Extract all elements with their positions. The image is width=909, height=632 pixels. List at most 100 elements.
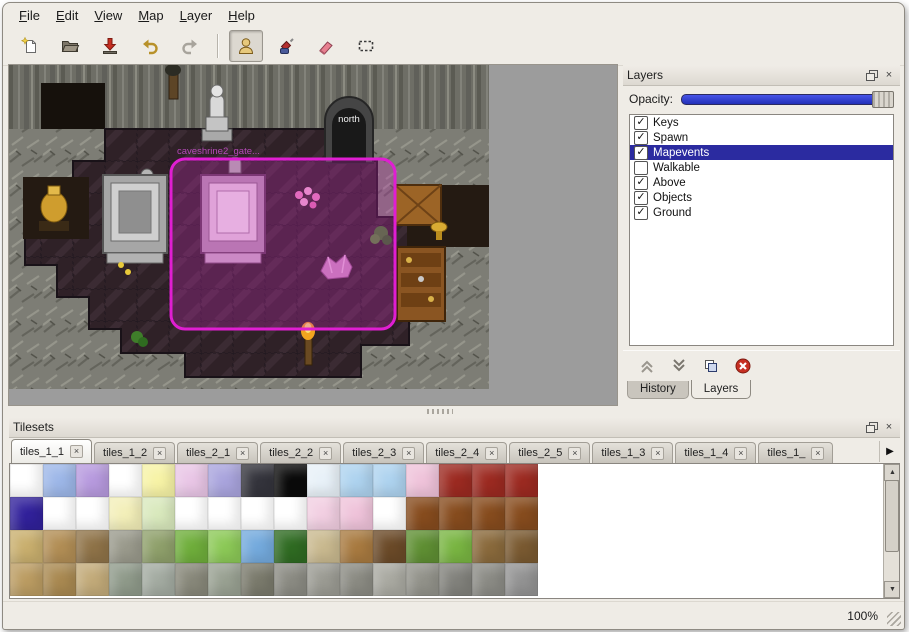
layer-visibility-checkbox[interactable]: ✓	[634, 146, 648, 160]
menu-file[interactable]: File	[11, 5, 48, 26]
splitter-grip[interactable]	[427, 409, 453, 414]
palette-tile[interactable]	[373, 464, 406, 497]
tileset-tab-tiles_2_4[interactable]: tiles_2_4×	[426, 442, 507, 463]
tab-close-icon[interactable]: ×	[811, 447, 824, 460]
palette-tile[interactable]	[406, 563, 439, 596]
map-selection[interactable]	[171, 159, 395, 329]
palette-tile[interactable]	[76, 464, 109, 497]
tileset-tab-tiles_1_2[interactable]: tiles_1_2×	[94, 442, 175, 463]
palette-tile[interactable]	[10, 497, 43, 530]
redo-button[interactable]	[173, 30, 207, 62]
palette-tile[interactable]	[307, 530, 340, 563]
palette-tile[interactable]	[142, 563, 175, 596]
palette-tile[interactable]	[241, 563, 274, 596]
palette-tile[interactable]	[340, 497, 373, 530]
tileset-tab-tiles_2_1[interactable]: tiles_2_1×	[177, 442, 258, 463]
palette-tile[interactable]	[175, 563, 208, 596]
rect-select-tool-button[interactable]	[349, 30, 383, 62]
palette-tile[interactable]	[505, 497, 538, 530]
tileset-tab-tiles_1_3[interactable]: tiles_1_3×	[592, 442, 673, 463]
tab-close-icon[interactable]: ×	[319, 447, 332, 460]
layer-row-above[interactable]: ✓Above	[630, 175, 893, 190]
menu-view[interactable]: View	[86, 5, 130, 26]
palette-tile[interactable]	[340, 464, 373, 497]
dock-tab-layers[interactable]: Layers	[691, 380, 752, 399]
close-panel-icon[interactable]: ×	[882, 421, 896, 434]
palette-tile[interactable]	[142, 530, 175, 563]
palette-tile[interactable]	[472, 464, 505, 497]
palette-tile[interactable]	[307, 497, 340, 530]
scroll-tabs-right-button[interactable]: ▶	[879, 441, 900, 462]
palette-tile[interactable]	[76, 563, 109, 596]
scroll-down-button[interactable]: ▼	[884, 581, 900, 598]
layer-visibility-checkbox[interactable]: ✓	[634, 191, 648, 205]
palette-tile[interactable]	[241, 530, 274, 563]
float-panel-icon[interactable]	[865, 69, 879, 82]
palette-tile[interactable]	[439, 464, 472, 497]
palette-tile[interactable]	[307, 563, 340, 596]
palette-tile[interactable]	[373, 563, 406, 596]
lower-layer-button[interactable]	[669, 356, 689, 376]
map-canvas[interactable]: north caveshrine2_gate...	[9, 65, 617, 405]
palette-tile[interactable]	[373, 530, 406, 563]
tileset-tab-tiles_1_4[interactable]: tiles_1_4×	[675, 442, 756, 463]
palette-tile[interactable]	[43, 530, 76, 563]
opacity-slider[interactable]	[681, 94, 894, 105]
menu-map[interactable]: Map	[130, 5, 171, 26]
new-file-button[interactable]	[13, 30, 47, 62]
tab-close-icon[interactable]: ×	[568, 447, 581, 460]
palette-tile[interactable]	[472, 497, 505, 530]
palette-tile[interactable]	[505, 464, 538, 497]
palette-tile[interactable]	[274, 497, 307, 530]
palette-tile[interactable]	[340, 563, 373, 596]
tab-close-icon[interactable]: ×	[734, 447, 747, 460]
eraser-tool-button[interactable]	[309, 30, 343, 62]
layer-row-mapevents[interactable]: ✓Mapevents	[630, 145, 893, 160]
palette-tile[interactable]	[241, 497, 274, 530]
layer-row-spawn[interactable]: ✓Spawn	[630, 130, 893, 145]
tab-close-icon[interactable]: ×	[70, 445, 83, 458]
layer-visibility-checkbox[interactable]	[634, 161, 648, 175]
resize-grip[interactable]	[887, 612, 901, 626]
palette-tile[interactable]	[208, 563, 241, 596]
place-player-tool-button[interactable]	[229, 30, 263, 62]
layer-visibility-checkbox[interactable]: ✓	[634, 206, 648, 220]
menu-edit[interactable]: Edit	[48, 5, 86, 26]
undo-button[interactable]	[133, 30, 167, 62]
palette-tile[interactable]	[439, 530, 472, 563]
delete-layer-button[interactable]	[733, 356, 753, 376]
tileset-tab-tiles_2_2[interactable]: tiles_2_2×	[260, 442, 341, 463]
palette-tile[interactable]	[505, 563, 538, 596]
palette-tile[interactable]	[43, 464, 76, 497]
palette-tile[interactable]	[175, 464, 208, 497]
palette-tile[interactable]	[76, 530, 109, 563]
layer-row-ground[interactable]: ✓Ground	[630, 205, 893, 220]
palette-tile[interactable]	[439, 497, 472, 530]
save-button[interactable]	[93, 30, 127, 62]
tab-close-icon[interactable]: ×	[153, 447, 166, 460]
palette-tile[interactable]	[10, 530, 43, 563]
float-panel-icon[interactable]	[865, 421, 879, 434]
duplicate-layer-button[interactable]	[701, 356, 721, 376]
dock-tab-history[interactable]: History	[627, 381, 689, 399]
palette-tile[interactable]	[109, 530, 142, 563]
palette-tile[interactable]	[307, 464, 340, 497]
layer-visibility-checkbox[interactable]: ✓	[634, 131, 648, 145]
palette-tile[interactable]	[208, 497, 241, 530]
palette-tile[interactable]	[274, 530, 307, 563]
palette-tile[interactable]	[274, 563, 307, 596]
palette-tile[interactable]	[109, 563, 142, 596]
palette-tile[interactable]	[505, 530, 538, 563]
fill-tool-button[interactable]	[269, 30, 303, 62]
palette-tile[interactable]	[373, 497, 406, 530]
palette-tile[interactable]	[439, 563, 472, 596]
palette-tile[interactable]	[340, 530, 373, 563]
raise-layer-button[interactable]	[637, 356, 657, 376]
palette-tile[interactable]	[274, 464, 307, 497]
palette-tile[interactable]	[175, 497, 208, 530]
palette-tile[interactable]	[43, 497, 76, 530]
palette-tile[interactable]	[472, 563, 505, 596]
palette-tile[interactable]	[109, 497, 142, 530]
horizontal-splitter[interactable]	[9, 406, 898, 417]
scrollbar-thumb[interactable]	[885, 480, 899, 552]
